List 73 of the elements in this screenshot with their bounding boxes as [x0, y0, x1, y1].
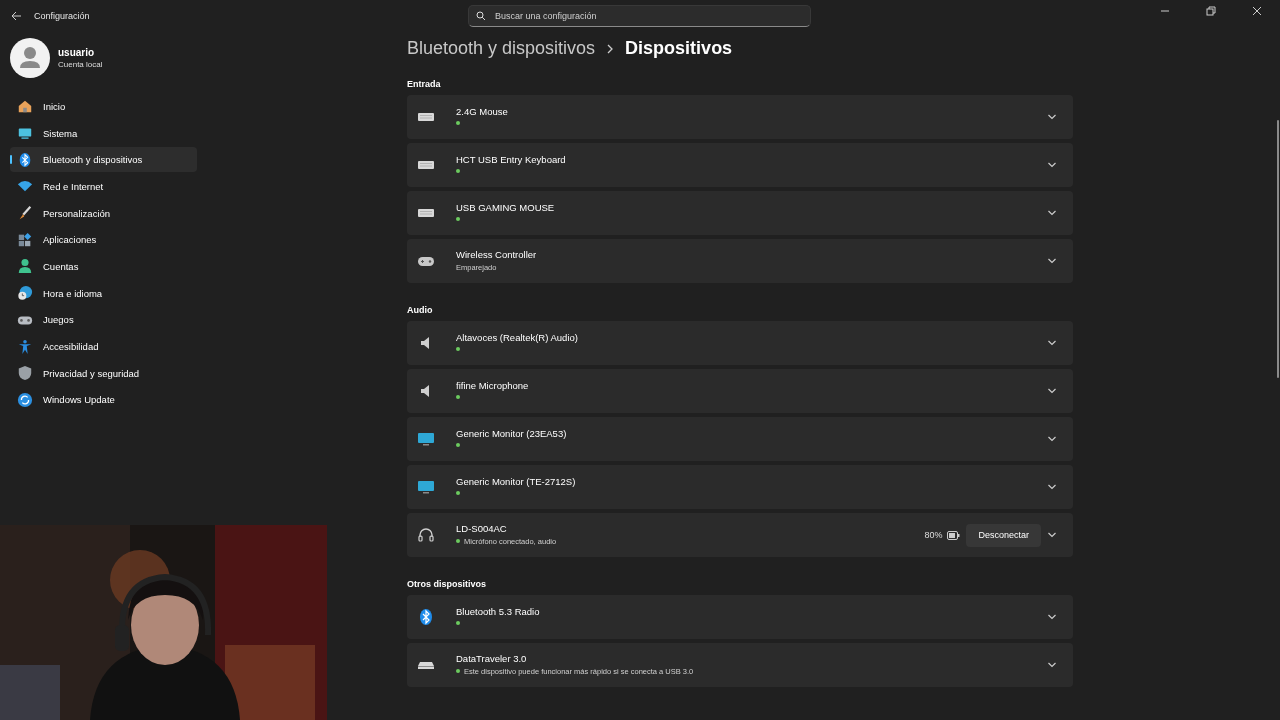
chevron-down-icon[interactable] — [1047, 256, 1057, 266]
sidebar-item[interactable]: Accesibilidad — [10, 334, 197, 359]
back-icon[interactable] — [10, 10, 22, 22]
apps-icon — [17, 231, 33, 248]
device-card[interactable]: HCT USB Entry Keyboard — [407, 143, 1073, 187]
chevron-down-icon[interactable] — [1047, 160, 1057, 170]
page-title: Dispositivos — [625, 38, 733, 59]
device-name: Generic Monitor (23EA53) — [456, 428, 568, 439]
account-type: Cuenta local — [58, 60, 103, 69]
section-title: Audio — [407, 305, 434, 315]
update-icon — [17, 391, 33, 408]
brush-icon — [17, 205, 33, 222]
device-name: Generic Monitor (TE-2712S) — [456, 476, 577, 487]
avatar-icon[interactable] — [10, 38, 50, 78]
user-name: usuario — [58, 47, 96, 58]
device-name: Altavoces (Realtek(R) Audio) — [456, 332, 579, 343]
accessibility-icon — [17, 338, 33, 355]
sidebar-item[interactable]: Sistema — [10, 120, 197, 146]
device-name: LD-S004AC — [456, 522, 508, 534]
sidebar-item[interactable]: Hora e idioma — [10, 280, 197, 306]
headset-icon — [417, 526, 435, 544]
device-card[interactable]: Generic Monitor (TE-2712S) — [407, 465, 1073, 509]
device-card[interactable]: Bluetooth 5.3 Radio — [407, 595, 1073, 639]
device-name: DataTraveler 3.0 — [456, 652, 528, 664]
device-card[interactable]: USB GAMING MOUSE — [407, 191, 1073, 235]
chevron-down-icon[interactable] — [1047, 482, 1057, 492]
breadcrumb-link[interactable]: Bluetooth y dispositivos — [407, 38, 596, 59]
monitor-icon — [417, 478, 435, 496]
bluetooth-icon — [17, 151, 33, 168]
sidebar-item[interactable]: Windows Update — [10, 387, 197, 413]
globe-clock-icon — [17, 285, 33, 302]
device-card[interactable]: 2.4G Mouse — [407, 95, 1073, 139]
device-name: fifine Microphone — [456, 380, 530, 391]
section-title: Entrada — [407, 79, 442, 89]
sidebar-item[interactable]: Bluetooth y dispositivos — [10, 147, 197, 173]
person-icon — [17, 258, 33, 275]
sidebar-item[interactable]: Inicio — [10, 94, 197, 119]
chevron-down-icon[interactable] — [1047, 338, 1057, 348]
device-card[interactable]: fifine Microphone — [407, 369, 1073, 413]
chevron-down-icon[interactable] — [1047, 660, 1057, 670]
section-title: Otros dispositivos — [407, 579, 487, 589]
battery-icon — [947, 530, 961, 540]
chevron-down-icon[interactable] — [1047, 386, 1057, 396]
disconnect-button[interactable]: Desconectar — [966, 523, 1041, 547]
chevron-down-icon[interactable] — [1047, 530, 1057, 540]
shield-icon — [17, 365, 33, 382]
search-icon — [476, 11, 486, 21]
sidebar-item[interactable]: Cuentas — [10, 254, 197, 279]
search-field[interactable]: Buscar una configuración — [468, 5, 811, 27]
sidebar-item[interactable]: Red e Internet — [10, 174, 197, 199]
device-name: Bluetooth 5.3 Radio — [456, 606, 541, 617]
close-icon[interactable] — [1252, 6, 1262, 16]
device-name: HCT USB Entry Keyboard — [456, 154, 567, 165]
battery-level: 80% — [924, 530, 943, 540]
scrollbar[interactable] — [1277, 120, 1279, 378]
sidebar-item[interactable]: Aplicaciones — [10, 227, 197, 253]
chevron-down-icon[interactable] — [1047, 612, 1057, 622]
device-card[interactable]: Altavoces (Realtek(R) Audio) — [407, 321, 1073, 365]
device-name: Wireless Controller — [456, 248, 538, 260]
bluetooth-icon — [417, 608, 435, 626]
monitor-icon — [417, 430, 435, 448]
chevron-down-icon[interactable] — [1047, 434, 1057, 444]
device-card[interactable]: Generic Monitor (23EA53) — [407, 417, 1073, 461]
restore-icon[interactable] — [1206, 6, 1216, 16]
device-name: USB GAMING MOUSE — [456, 202, 556, 213]
sidebar-item[interactable]: Personalización — [10, 200, 197, 226]
chevron-down-icon[interactable] — [1047, 112, 1057, 122]
chevron-down-icon[interactable] — [1047, 208, 1057, 218]
window-title: Configuración — [34, 11, 90, 21]
home-icon — [17, 98, 33, 115]
sidebar-item[interactable]: Privacidad y seguridad — [10, 360, 197, 386]
device-name: 2.4G Mouse — [456, 106, 509, 117]
sidebar-item[interactable]: Juegos — [10, 307, 197, 333]
